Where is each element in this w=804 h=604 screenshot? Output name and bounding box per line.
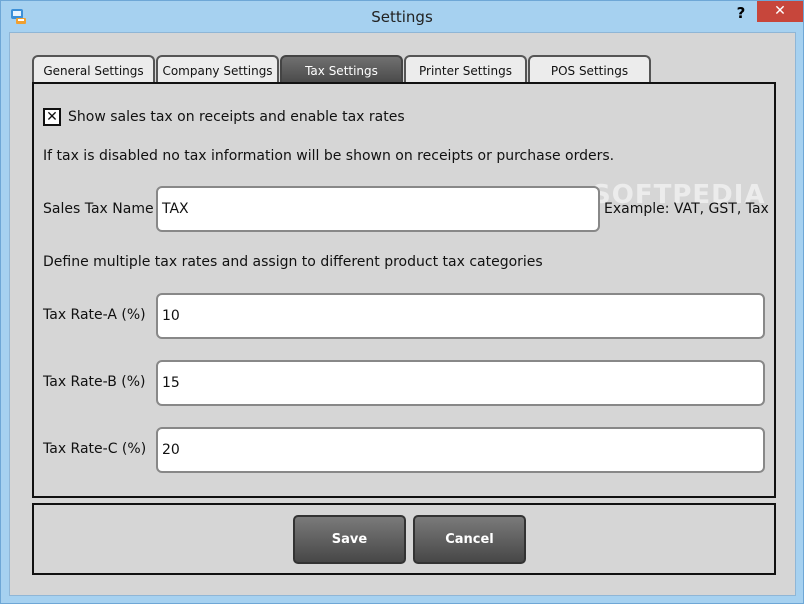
tab-company-settings[interactable]: Company Settings xyxy=(156,55,279,82)
window-title: Settings xyxy=(371,8,433,26)
enable-tax-checkbox[interactable]: ✕ xyxy=(43,108,61,126)
tax-rate-c-label: Tax Rate-C (%) xyxy=(43,441,147,457)
close-button[interactable]: ✕ xyxy=(757,1,803,22)
sales-tax-name-input[interactable]: TAX xyxy=(156,186,600,232)
sales-tax-name-label: Sales Tax Name xyxy=(43,201,154,217)
help-button[interactable]: ? xyxy=(729,3,753,23)
tax-disabled-note: If tax is disabled no tax information wi… xyxy=(43,148,615,164)
tax-rate-a-label: Tax Rate-A (%) xyxy=(43,307,146,323)
title-bar[interactable]: Settings ? ✕ xyxy=(1,1,803,32)
tax-settings-panel: SOFTPEDIA ✕ Show sales tax on receipts a… xyxy=(32,82,776,498)
settings-window: Settings ? ✕ General Settings Company Se… xyxy=(0,0,804,604)
tax-rates-note: Define multiple tax rates and assign to … xyxy=(43,254,543,270)
settings-client-area: General Settings Company Settings Tax Se… xyxy=(9,32,796,596)
enable-tax-label: Show sales tax on receipts and enable ta… xyxy=(68,109,405,125)
save-button[interactable]: Save xyxy=(293,515,406,564)
tab-general-settings[interactable]: General Settings xyxy=(32,55,155,82)
tax-rate-c-input[interactable]: 20 xyxy=(156,427,765,473)
tab-pos-settings[interactable]: POS Settings xyxy=(528,55,651,82)
tab-printer-settings[interactable]: Printer Settings xyxy=(404,55,527,82)
tax-rate-b-label: Tax Rate-B (%) xyxy=(43,374,146,390)
cancel-button[interactable]: Cancel xyxy=(413,515,526,564)
tax-rate-b-input[interactable]: 15 xyxy=(156,360,765,406)
button-bar: Save Cancel xyxy=(32,503,776,575)
tax-rate-a-input[interactable]: 10 xyxy=(156,293,765,339)
sales-tax-name-hint: Example: VAT, GST, Tax xyxy=(604,201,769,217)
tab-tax-settings[interactable]: Tax Settings xyxy=(280,55,403,82)
